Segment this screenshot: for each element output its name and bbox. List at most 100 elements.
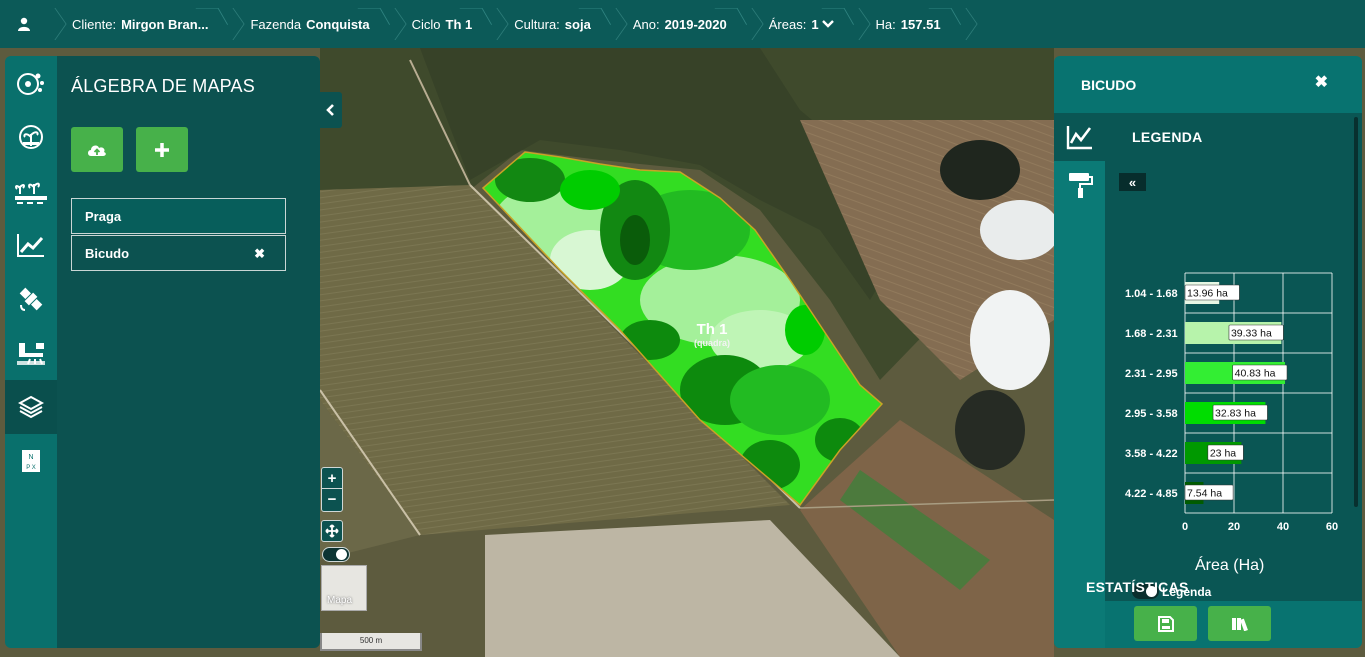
chart-category-label: 1.04 - 1.68: [1125, 288, 1178, 300]
breadcrumb-value: Mirgon Bran...: [121, 16, 209, 32]
layer-detail-panel: BICUDO ✖ LEGENDA « 0 20 40 60 1.04 - 1.68 13.…: [1054, 56, 1362, 648]
left-icon-rail: N P X: [5, 56, 57, 648]
chart-category-label: 1.68 - 2.31: [1125, 328, 1178, 340]
breadcrumb-separator: [959, 0, 969, 48]
panel-title: ÁLGEBRA DE MAPAS: [71, 76, 255, 96]
breadcrumb-ha[interactable]: Ha: 157.51: [862, 0, 959, 48]
chart-category-label: 2.95 - 3.58: [1125, 408, 1178, 420]
close-icon[interactable]: ✖: [254, 246, 265, 262]
breadcrumb-ano[interactable]: Ano: 2019-2020: [619, 0, 745, 48]
panel-title: BICUDO: [1081, 76, 1137, 93]
rail-item-layers[interactable]: [5, 380, 57, 434]
breadcrumb-label: Cultura:: [514, 16, 560, 32]
breadcrumb-ciclo[interactable]: Ciclo Th 1: [398, 0, 491, 48]
breadcrumb-separator: [609, 0, 619, 48]
zoom-in-button[interactable]: +: [322, 468, 342, 489]
rail-item-application[interactable]: [5, 326, 57, 380]
scrollbar[interactable]: [1353, 113, 1359, 573]
top-bar: Cliente: Mirgon Bran... Fazenda Conquista …: [0, 0, 1365, 48]
rail-item-charts[interactable]: [5, 218, 57, 272]
collapse-legend-button[interactable]: «: [1119, 173, 1146, 191]
scale-bar: 500 m: [320, 633, 422, 651]
breadcrumb-separator: [226, 0, 236, 48]
collapse-panel-button[interactable]: [320, 92, 342, 128]
rail-item-planting[interactable]: [5, 164, 57, 218]
breadcrumb-label: Ano:: [632, 16, 660, 32]
breadcrumb-value: 1: [811, 16, 819, 32]
layer-item-praga[interactable]: Praga: [71, 198, 286, 234]
chart-x-title: Área (Ha): [1195, 557, 1265, 574]
chart-x-tick-label: 20: [1228, 521, 1240, 533]
breadcrumb-cultura[interactable]: Cultura: soja: [500, 0, 609, 48]
chart-category-label: 3.58 - 4.22: [1125, 448, 1178, 460]
breadcrumb-label: Fazenda: [250, 16, 302, 32]
field-sublabel: (quadra): [694, 338, 730, 348]
breadcrumb-areas[interactable]: Áreas: 1: [755, 0, 852, 48]
sprayer-icon: [17, 343, 45, 365]
breadcrumb-value: Conquista: [306, 16, 370, 32]
plus-icon: [155, 142, 169, 157]
svg-text:P X: P X: [26, 465, 36, 471]
field-label: Th 1: [697, 321, 728, 338]
base-layer-thumbnail[interactable]: Mapa: [321, 565, 367, 611]
chevron-down-icon: [821, 20, 834, 28]
chart-data-label: 7.54 ha: [1187, 488, 1222, 500]
line-chart-icon: [1066, 126, 1092, 150]
breadcrumb-cliente[interactable]: Cliente: Mirgon Bran...: [58, 0, 226, 48]
chart-data-label: 40.83 ha: [1235, 368, 1276, 380]
upload-button[interactable]: [71, 127, 123, 172]
breadcrumb-label: Ciclo: [411, 16, 441, 32]
panel-header: BICUDO ✖: [1054, 56, 1362, 113]
chart-category-label: 4.22 - 4.85: [1125, 488, 1178, 500]
rail-item-satellite[interactable]: [5, 272, 57, 326]
chart-x-tick-label: 60: [1326, 521, 1338, 533]
breadcrumb-separator: [490, 0, 500, 48]
cloud-upload-icon: [88, 145, 106, 156]
rail-item-farm[interactable]: [5, 56, 57, 110]
breadcrumb-label: Áreas:: [768, 16, 807, 32]
paint-roller-icon: [1068, 173, 1093, 198]
chart-data-label: 23 ha: [1210, 448, 1236, 460]
breadcrumb-value: 157.51: [900, 16, 941, 32]
satellite-icon: [19, 287, 43, 311]
zoom-control: + −: [321, 467, 343, 512]
breadcrumb-separator: [388, 0, 398, 48]
user-icon[interactable]: [0, 0, 48, 48]
breadcrumb-fazenda[interactable]: Fazenda Conquista: [236, 0, 387, 48]
detail-tabs: [1054, 113, 1105, 648]
breadcrumb-value: soja: [564, 16, 591, 32]
breadcrumb-separator: [745, 0, 755, 48]
area-bar-chart: 0 20 40 60 1.04 - 1.68 13.96 ha 1.68 - 2.31 39.…: [1125, 272, 1338, 533]
map-toggle-switch[interactable]: [322, 547, 350, 562]
zoom-out-button[interactable]: −: [322, 489, 342, 510]
save-icon: [1157, 615, 1174, 632]
chart-x-tick-label: 0: [1182, 521, 1188, 533]
add-layer-button[interactable]: [136, 127, 188, 172]
map-compass-icon: N P X: [22, 450, 40, 472]
pan-button[interactable]: [321, 520, 343, 542]
svg-text:N: N: [28, 454, 33, 461]
save-button[interactable]: [1134, 606, 1197, 641]
library-button[interactable]: [1208, 606, 1271, 641]
breadcrumb-value: Th 1: [445, 16, 473, 32]
breadcrumb-separator: [852, 0, 862, 48]
layer-label: Bicudo: [85, 245, 130, 261]
chart-data-label: 13.96 ha: [1187, 288, 1228, 300]
legend-title: LEGENDA: [1132, 129, 1203, 145]
breadcrumb-separator: [48, 0, 58, 48]
move-arrows-icon: [325, 524, 339, 538]
map-algebra-panel: ÁLGEBRA DE MAPAS Praga Bicudo ✖: [57, 56, 320, 648]
layer-label: Praga: [85, 208, 122, 224]
legend-body: LEGENDA « 0 20 40 60 1.04 - 1.68 13.96 ha 1.68…: [1105, 113, 1362, 601]
tab-style[interactable]: [1054, 161, 1105, 209]
rail-item-map-tools[interactable]: N P X: [5, 434, 57, 488]
base-layer-label: Mapa: [327, 595, 353, 606]
close-icon[interactable]: ✖: [1315, 72, 1328, 92]
chart-category-label: 2.31 - 2.95: [1125, 368, 1178, 380]
breadcrumb-label: Cliente:: [72, 16, 117, 32]
statistics-title: ESTATÍSTICAS: [1086, 579, 1189, 595]
chart-data-label: 39.33 ha: [1231, 328, 1272, 340]
layer-item-bicudo[interactable]: Bicudo ✖: [71, 235, 286, 271]
tab-legend[interactable]: [1054, 113, 1105, 161]
rail-item-plant[interactable]: [5, 110, 57, 164]
